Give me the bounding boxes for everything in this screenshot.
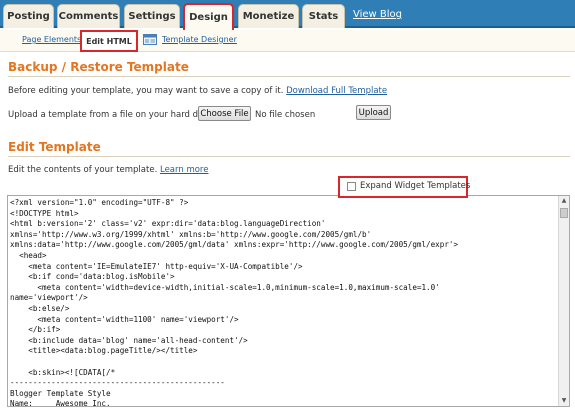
code-line: name='viewport'/>	[10, 293, 88, 303]
tab-stats[interactable]: Stats	[302, 4, 345, 28]
view-blog-link[interactable]: View Blog	[353, 9, 402, 20]
edit-template-heading: Edit Template	[8, 140, 101, 154]
template-code[interactable]: <?xml version="1.0" encoding="UTF-8" ?> <…	[10, 198, 558, 407]
backup-intro-row: Before editing your template, you may wa…	[8, 86, 387, 96]
template-designer-icon	[143, 34, 157, 45]
code-line: <title><data:blog.pageTitle/></title>	[10, 346, 198, 356]
no-file-chosen-text: No file chosen	[255, 110, 316, 120]
upload-label: Upload a template from a file on your ha…	[8, 110, 218, 120]
code-line: xmlns:data='http://www.google.com/2005/g…	[10, 240, 459, 250]
scroll-up-arrow-icon[interactable]: ▲	[559, 196, 569, 206]
code-line: <b:if cond='data:blog.isMobile'>	[10, 272, 175, 282]
download-template-link[interactable]: Download Full Template	[286, 86, 387, 96]
edit-intro-row: Edit the contents of your template. Lear…	[8, 165, 208, 175]
edit-intro-text: Edit the contents of your template.	[8, 165, 158, 175]
code-line: <b:else/>	[10, 303, 70, 313]
code-line: <meta content='width=1100' name='viewpor…	[10, 314, 239, 324]
tab-design[interactable]: Design	[183, 3, 234, 30]
code-line: <!DOCTYPE html>	[10, 208, 79, 218]
expand-widget-label[interactable]: Expand Widget Templates	[360, 181, 470, 191]
template-editor-textarea[interactable]: <?xml version="1.0" encoding="UTF-8" ?> <…	[7, 195, 570, 407]
subtab-edit-html[interactable]: Edit HTML	[80, 30, 138, 52]
code-line: <head>	[10, 250, 47, 260]
scroll-thumb[interactable]	[560, 208, 568, 218]
scroll-down-arrow-icon[interactable]: ▼	[559, 396, 569, 406]
code-line: <b:skin><![CDATA[/*	[10, 367, 116, 377]
tab-posting[interactable]: Posting	[3, 4, 54, 28]
choose-file-button[interactable]: Choose File	[198, 106, 251, 121]
editor-scrollbar[interactable]: ▲ ▼	[558, 196, 569, 406]
edit-divider	[8, 156, 570, 157]
code-line: <b:include data='blog' name='all-head-co…	[10, 335, 248, 345]
code-line: </b:if>	[10, 325, 61, 335]
backup-intro-text: Before editing your template, you may wa…	[8, 86, 284, 96]
tab-monetize[interactable]: Monetize	[238, 4, 299, 28]
learn-more-link[interactable]: Learn more	[160, 165, 208, 175]
code-line: ----------------------------------------…	[10, 378, 225, 388]
tab-comments[interactable]: Comments	[57, 4, 120, 28]
upload-button[interactable]: Upload	[356, 105, 391, 120]
code-line: <meta content='width=device-width,initia…	[10, 282, 440, 292]
backup-divider	[8, 76, 570, 77]
code-line: Blogger Template Style	[10, 388, 111, 398]
subtab-page-elements[interactable]: Page Elements	[22, 35, 81, 44]
code-line: <html b:version='2' class='v2' expr:dir=…	[10, 219, 326, 229]
expand-widget-checkbox[interactable]	[347, 182, 356, 191]
code-line: <meta content='IE=EmulateIE7' http-equiv…	[10, 261, 303, 271]
code-line: <?xml version="1.0" encoding="UTF-8" ?>	[10, 198, 189, 207]
backup-heading: Backup / Restore Template	[8, 60, 189, 74]
subtab-template-designer[interactable]: Template Designer	[162, 35, 237, 44]
tab-settings[interactable]: Settings	[124, 4, 180, 28]
code-line: Name: Awesome Inc.	[10, 399, 111, 407]
code-line: xmlns='http://www.w3.org/1999/xhtml' xml…	[10, 229, 372, 239]
